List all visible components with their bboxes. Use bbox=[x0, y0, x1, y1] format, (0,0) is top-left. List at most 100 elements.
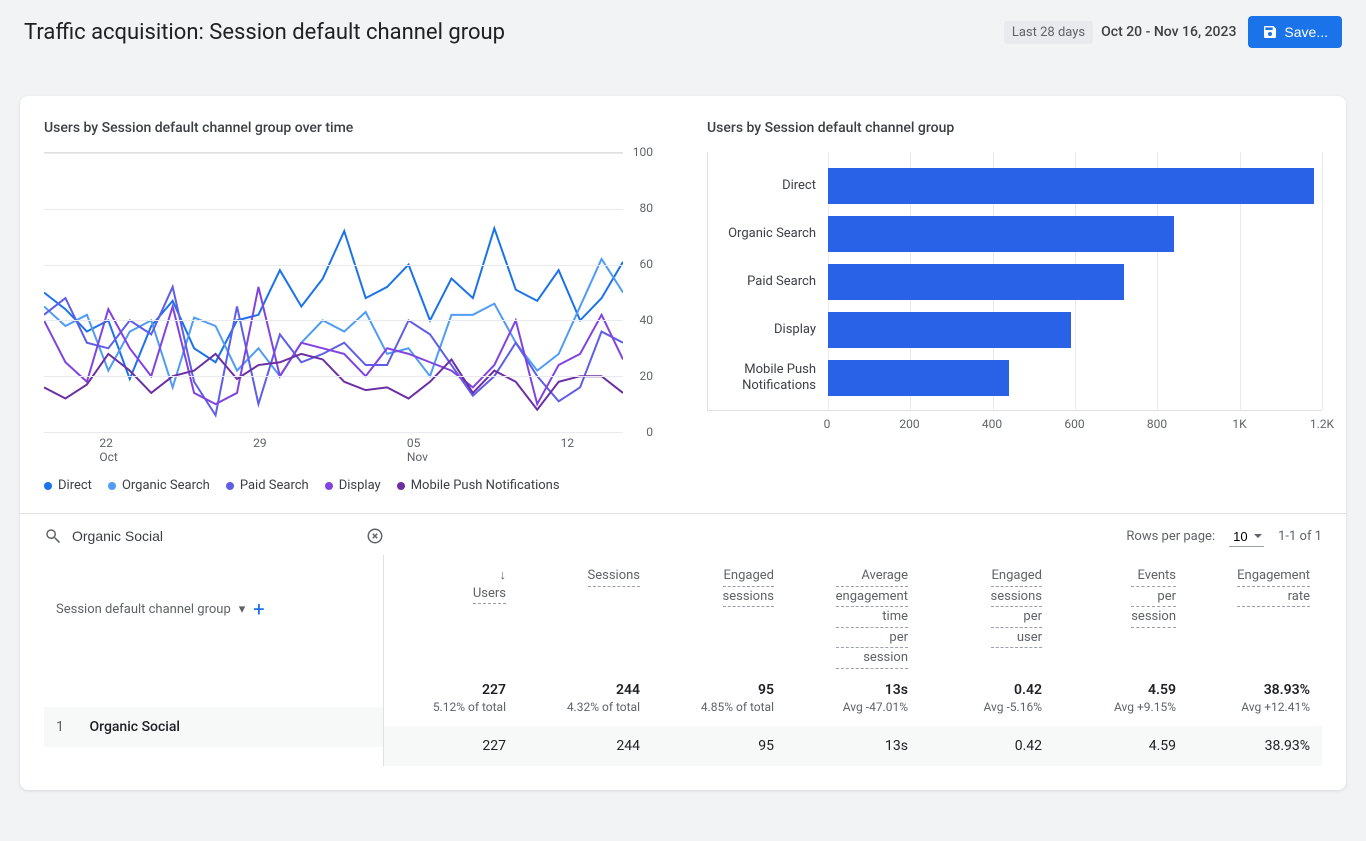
line-chart-panel: Users by Session default channel group o… bbox=[44, 120, 659, 493]
bar-chart[interactable]: Direct Organic Search Paid Search Display Mo… bbox=[707, 152, 1322, 437]
legend-label: Mobile Push Notifications bbox=[411, 478, 560, 493]
date-range[interactable]: Last 28 days Oct 20 - Nov 16, 2023 bbox=[1004, 21, 1237, 44]
metric-total-cell: 954.85% of total bbox=[652, 674, 786, 726]
charts-row: Users by Session default channel group o… bbox=[44, 120, 1322, 493]
page-title: Traffic acquisition: Session default cha… bbox=[24, 20, 505, 45]
table-controls: Rows per page: 10 1-1 of 1 bbox=[44, 514, 1322, 555]
metric-cell: 13s bbox=[786, 726, 920, 766]
line-chart-legend: Direct Organic Search Paid Search Display Mo… bbox=[44, 478, 659, 493]
metric-total-cell: 2444.32% of total bbox=[518, 674, 652, 726]
bar-row[interactable]: Organic Search bbox=[708, 210, 1322, 258]
bar-row[interactable]: Display bbox=[708, 306, 1322, 354]
metric-cell: 38.93% bbox=[1188, 726, 1322, 766]
legend-dot-icon bbox=[397, 482, 405, 490]
save-button[interactable]: Save... bbox=[1248, 16, 1342, 48]
metric-header[interactable]: Engagedsessions bbox=[652, 555, 786, 674]
metric-total-cell: 13sAvg -47.01% bbox=[786, 674, 920, 726]
bar-label: Organic Search bbox=[708, 226, 828, 242]
bar-chart-panel: Users by Session default channel group D… bbox=[707, 120, 1322, 493]
line-plot bbox=[44, 152, 623, 432]
bar-fill bbox=[828, 312, 1071, 348]
date-range-label: Last 28 days bbox=[1004, 21, 1093, 44]
legend-item[interactable]: Mobile Push Notifications bbox=[397, 478, 560, 493]
legend-dot-icon bbox=[44, 482, 52, 490]
dimension-dropdown-icon[interactable]: ▾ bbox=[239, 602, 246, 617]
bar-label: Paid Search bbox=[708, 274, 828, 290]
metric-header[interactable]: Sessions bbox=[518, 555, 652, 674]
legend-item[interactable]: Direct bbox=[44, 478, 92, 493]
metric-header[interactable]: Engagedsessionsperuser bbox=[920, 555, 1054, 674]
legend-dot-icon bbox=[108, 482, 116, 490]
rows-per-page-label: Rows per page: bbox=[1126, 529, 1215, 544]
bar-x-tick-label: 800 bbox=[1147, 417, 1167, 431]
bar-x-tick-label: 1.2K bbox=[1310, 417, 1334, 431]
search-icon[interactable] bbox=[44, 527, 62, 545]
legend-item[interactable]: Organic Search bbox=[108, 478, 210, 493]
pager: Rows per page: 10 1-1 of 1 bbox=[1126, 527, 1322, 547]
metric-total-cell: 0.42Avg -5.16% bbox=[920, 674, 1054, 726]
metric-total-cell: 4.59Avg +9.15% bbox=[1054, 674, 1188, 726]
legend-label: Display bbox=[339, 478, 381, 493]
table-row[interactable]: 1 Organic Social bbox=[44, 707, 383, 747]
clear-icon[interactable] bbox=[366, 527, 384, 545]
add-dimension-icon[interactable]: + bbox=[253, 597, 264, 621]
legend-dot-icon bbox=[226, 482, 234, 490]
bar-x-tick-label: 600 bbox=[1064, 417, 1084, 431]
legend-item[interactable]: Display bbox=[325, 478, 381, 493]
x-tick-label: 05Nov bbox=[407, 436, 428, 465]
bar-track bbox=[828, 162, 1322, 210]
line-chart-title: Users by Session default channel group o… bbox=[44, 120, 659, 136]
bar-fill bbox=[828, 264, 1124, 300]
metric-header[interactable]: Engagementrate bbox=[1188, 555, 1322, 674]
bar-row[interactable]: Direct bbox=[708, 162, 1322, 210]
line-chart[interactable]: 020406080100 bbox=[44, 152, 659, 432]
dimension-header-label[interactable]: Session default channel group bbox=[56, 602, 231, 617]
bar-x-tick-label: 400 bbox=[982, 417, 1002, 431]
totals-dim-cell bbox=[44, 655, 383, 707]
y-tick-label: 40 bbox=[640, 313, 654, 327]
search-box bbox=[44, 524, 384, 549]
bar-chart-title: Users by Session default channel group bbox=[707, 120, 1322, 136]
metric-cell: 95 bbox=[652, 726, 786, 766]
x-axis-ticks: 22Oct2905Nov12 bbox=[44, 436, 659, 466]
metric-header[interactable]: ↓ Users bbox=[384, 555, 518, 674]
date-range-value: Oct 20 - Nov 16, 2023 bbox=[1101, 24, 1236, 40]
dimension-header: Session default channel group ▾ + bbox=[44, 555, 383, 655]
bar-label: Direct bbox=[708, 178, 828, 194]
save-icon bbox=[1262, 24, 1278, 40]
header-right: Last 28 days Oct 20 - Nov 16, 2023 Save.… bbox=[1004, 16, 1342, 48]
metric-cell: 0.42 bbox=[920, 726, 1054, 766]
page-header: Traffic acquisition: Session default cha… bbox=[0, 0, 1366, 96]
bar-area: Direct Organic Search Paid Search Display Mo… bbox=[707, 152, 1322, 411]
bar-x-tick-label: 0 bbox=[824, 417, 831, 431]
rows-per-page-select[interactable]: 10 bbox=[1229, 527, 1264, 547]
bar-track bbox=[828, 306, 1322, 354]
legend-item[interactable]: Paid Search bbox=[226, 478, 309, 493]
bar-fill bbox=[828, 360, 1009, 396]
x-tick-label: 29 bbox=[253, 436, 267, 450]
bar-x-ticks: 02004006008001K1.2K bbox=[827, 417, 1322, 437]
bar-track bbox=[828, 354, 1322, 402]
page-range-label: 1-1 of 1 bbox=[1278, 529, 1322, 544]
metric-cell: 227 bbox=[384, 726, 518, 766]
metric-cell: 4.59 bbox=[1054, 726, 1188, 766]
x-tick-label: 12 bbox=[561, 436, 575, 450]
legend-label: Organic Search bbox=[122, 478, 210, 493]
bar-fill bbox=[828, 168, 1314, 204]
dimension-column: Session default channel group ▾ + 1 Orga… bbox=[44, 555, 384, 766]
bar-row[interactable]: Paid Search bbox=[708, 258, 1322, 306]
search-input[interactable] bbox=[72, 524, 356, 548]
metric-header[interactable]: Averageengagementtimepersession bbox=[786, 555, 920, 674]
bar-row[interactable]: Mobile Push Notifications bbox=[708, 354, 1322, 402]
data-table: Session default channel group ▾ + 1 Orga… bbox=[44, 555, 1322, 766]
save-button-label: Save... bbox=[1284, 24, 1328, 40]
metric-total-cell: 38.93%Avg +12.41% bbox=[1188, 674, 1322, 726]
metric-cell: 244 bbox=[518, 726, 652, 766]
y-tick-label: 60 bbox=[640, 257, 654, 271]
metric-header[interactable]: Eventspersession bbox=[1054, 555, 1188, 674]
bar-x-tick-label: 200 bbox=[899, 417, 919, 431]
legend-dot-icon bbox=[325, 482, 333, 490]
metric-columns: ↓ UsersSessionsEngagedsessionsAverageeng… bbox=[384, 555, 1322, 766]
bar-label: Display bbox=[708, 322, 828, 338]
bar-track bbox=[828, 210, 1322, 258]
